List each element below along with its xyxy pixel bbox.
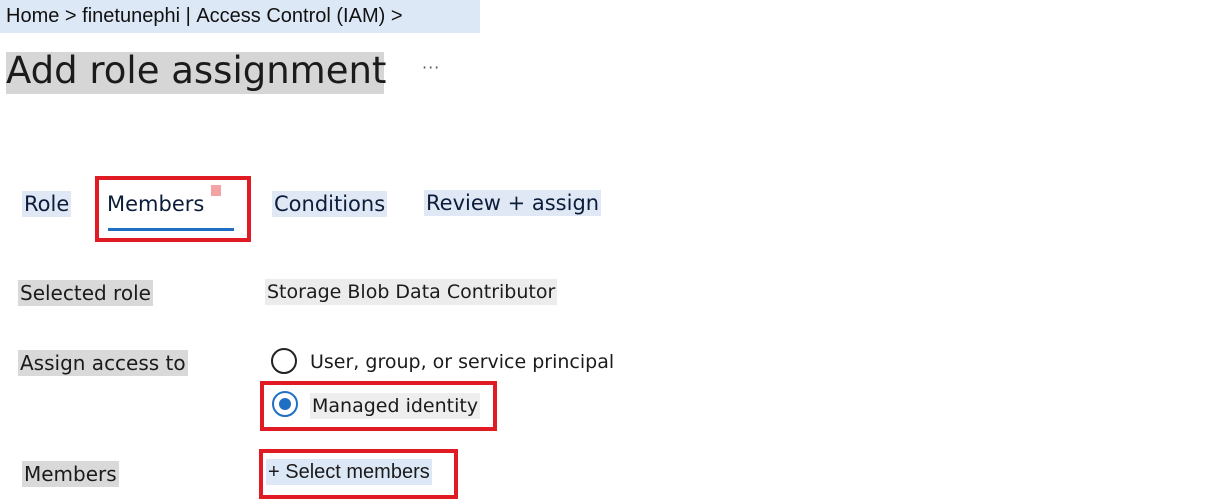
selected-role-label: Selected role bbox=[18, 280, 153, 306]
page-title: Add role assignment bbox=[6, 49, 387, 92]
radio-user-group-label[interactable]: User, group, or service principal bbox=[308, 349, 616, 375]
breadcrumb-separator: > bbox=[385, 5, 403, 27]
radio-user-group-service-principal[interactable] bbox=[271, 348, 297, 374]
selected-role-value: Storage Blob Data Contributor bbox=[265, 279, 558, 305]
members-tab-highlight bbox=[95, 176, 251, 242]
breadcrumb: Home > finetunephi | Access Control (IAM… bbox=[0, 0, 480, 33]
breadcrumb-resource-link[interactable]: finetunephi bbox=[82, 5, 180, 28]
assign-access-label: Assign access to bbox=[18, 350, 188, 376]
managed-identity-highlight bbox=[260, 381, 497, 431]
breadcrumb-section-link[interactable]: Access Control (IAM) bbox=[196, 5, 385, 28]
breadcrumb-separator: > bbox=[59, 5, 83, 27]
members-label: Members bbox=[22, 461, 119, 487]
breadcrumb-home-link[interactable]: Home bbox=[6, 5, 59, 28]
breadcrumb-divider: | bbox=[180, 5, 197, 27]
select-members-highlight bbox=[259, 449, 458, 499]
tab-review-assign[interactable]: Review + assign bbox=[424, 190, 602, 216]
tab-conditions[interactable]: Conditions bbox=[272, 191, 388, 217]
tab-role[interactable]: Role bbox=[22, 191, 72, 217]
more-options-icon[interactable]: ··· bbox=[422, 58, 440, 77]
